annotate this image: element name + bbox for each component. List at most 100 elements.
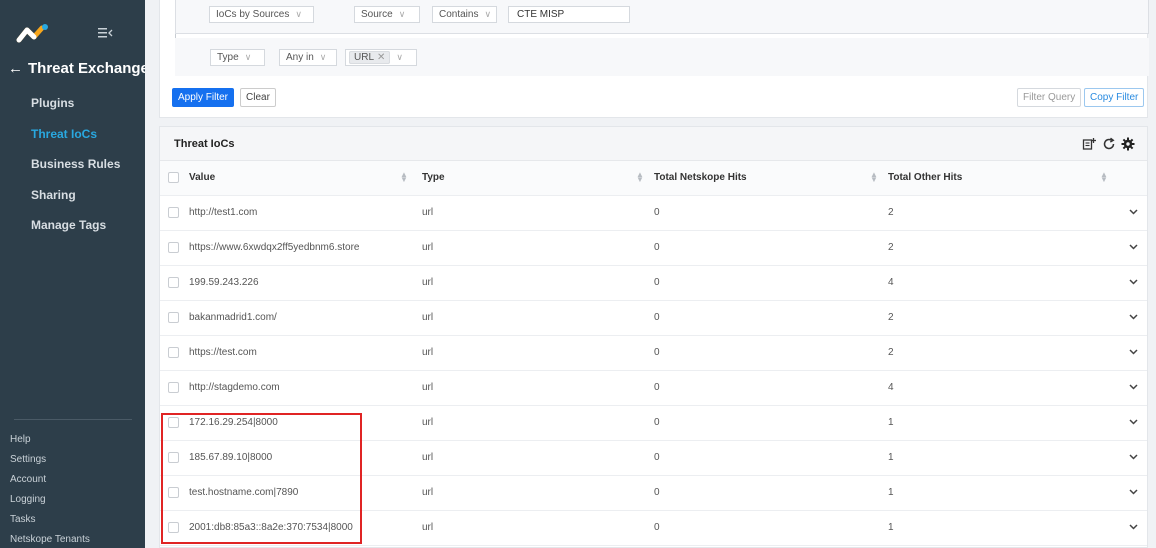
chevron-down-icon[interactable] [1128, 276, 1139, 287]
nav-business-rules[interactable]: Business Rules [31, 157, 120, 171]
link-netskope-tenants[interactable]: Netskope Tenants [10, 534, 90, 545]
operator-select[interactable]: Contains ∨ [432, 6, 497, 23]
collapse-menu-icon[interactable] [97, 26, 113, 40]
cell-other-hits: 1 [888, 487, 894, 498]
refresh-icon[interactable] [1102, 137, 1116, 151]
back-to-threat-exchange[interactable]: ← Threat Exchange [8, 60, 149, 77]
cell-type: url [422, 382, 434, 393]
chevron-down-icon[interactable] [1128, 486, 1139, 497]
link-help[interactable]: Help [10, 434, 31, 445]
column-total-netskope-hits[interactable]: Total Netskope Hits [654, 172, 747, 183]
chevron-down-icon[interactable] [1128, 381, 1139, 392]
table-row[interactable]: bakanmadrid1.com/url 0 2 [160, 301, 1147, 336]
export-icon[interactable] [1082, 137, 1096, 151]
cell-netskope-hits: 0 [654, 277, 660, 288]
url-tag: URL ✕ [349, 51, 391, 64]
chevron-down-icon[interactable] [1128, 346, 1139, 357]
chevron-down-icon[interactable] [1128, 206, 1139, 217]
cell-other-hits: 2 [888, 312, 894, 323]
sort-icon[interactable]: ▲ ▼ [870, 171, 878, 184]
type-values-select[interactable]: URL ✕ ∨ [345, 49, 417, 66]
table-row[interactable]: http://test1.com url 0 2 [160, 196, 1147, 231]
table-row[interactable]: 172.16.29.254|8000 url 0 1 [160, 406, 1147, 441]
chevron-down-icon[interactable] [1128, 451, 1139, 462]
link-settings[interactable]: Settings [10, 454, 46, 465]
cell-netskope-hits: 0 [654, 452, 660, 463]
chevron-down-icon[interactable] [1128, 416, 1139, 427]
field-select[interactable]: Source ∨ [354, 6, 420, 23]
row-checkbox[interactable] [168, 242, 179, 253]
row-checkbox[interactable] [168, 347, 179, 358]
type-operator-value: Any in [286, 52, 314, 63]
row-checkbox[interactable] [168, 312, 179, 323]
chevron-down-icon: ∨ [484, 9, 492, 19]
cell-value: http://test1.com [189, 207, 258, 218]
source-value-input[interactable] [508, 6, 630, 23]
sort-icon[interactable]: ▲ ▼ [400, 171, 408, 184]
cell-netskope-hits: 0 [654, 487, 660, 498]
chevron-down-icon[interactable] [1128, 521, 1139, 532]
cell-type: url [422, 417, 434, 428]
nav-manage-tags[interactable]: Manage Tags [31, 218, 106, 232]
cell-netskope-hits: 0 [654, 347, 660, 358]
cell-type: url [422, 452, 434, 463]
column-type[interactable]: Type [422, 172, 445, 183]
cell-value: 2001:db8:85a3::8a2e:370:7534|8000 [189, 522, 353, 533]
column-total-other-hits[interactable]: Total Other Hits [888, 172, 962, 183]
filter-type-row: Type ∨ Any in ∨ URL ✕ ∨ [175, 38, 1149, 76]
link-account[interactable]: Account [10, 474, 46, 485]
sidebar: ← Threat Exchange Plugins Threat IoCs Bus… [0, 0, 149, 548]
row-checkbox[interactable] [168, 452, 179, 463]
table-row[interactable]: test.hostname.com|7890 url 0 1 [160, 476, 1147, 511]
cell-value: https://test.com [189, 347, 257, 358]
threat-iocs-table: Threat IoCs Value ▲ ▼ Type ▲ ▼ Total Net… [159, 126, 1148, 548]
field-select-value: Source [361, 9, 393, 20]
cell-other-hits: 2 [888, 347, 894, 358]
table-row[interactable]: http://stagdemo.com url 0 4 [160, 371, 1147, 406]
netskope-logo-icon[interactable] [16, 23, 50, 43]
sort-icon[interactable]: ▲ ▼ [636, 171, 644, 184]
filter-query-button[interactable]: Filter Query [1017, 88, 1082, 107]
table-row[interactable]: 2001:db8:85a3::8a2e:370:7534|8000 url 0 1 [160, 511, 1147, 546]
cell-type: url [422, 312, 434, 323]
sidebar-divider [14, 419, 132, 420]
chevron-down-icon[interactable] [1128, 311, 1139, 322]
nav-plugins[interactable]: Plugins [31, 96, 74, 110]
cell-value: https://www.6xwdqx2ff5yedbnm6.store [189, 242, 360, 253]
apply-filter-button[interactable]: Apply Filter [172, 88, 235, 107]
row-checkbox[interactable] [168, 277, 179, 288]
select-all-checkbox[interactable] [168, 172, 179, 183]
link-tasks[interactable]: Tasks [10, 514, 36, 525]
cell-type: url [422, 487, 434, 498]
table-row[interactable]: 185.67.89.10|8000 url 0 1 [160, 441, 1147, 476]
row-checkbox[interactable] [168, 382, 179, 393]
chevron-down-icon[interactable] [1128, 241, 1139, 252]
gear-icon[interactable] [1121, 137, 1135, 151]
column-value[interactable]: Value [189, 172, 215, 183]
type-operator-select[interactable]: Any in ∨ [279, 49, 337, 66]
tag-remove-icon[interactable]: ✕ [377, 52, 385, 63]
clear-button[interactable]: Clear [240, 88, 276, 107]
cell-netskope-hits: 0 [654, 382, 660, 393]
row-checkbox[interactable] [168, 417, 179, 428]
cell-value: http://stagdemo.com [189, 382, 280, 393]
copy-filter-button[interactable]: Copy Filter [1084, 88, 1145, 107]
filter-panel: IoCs by Sources ∨ Source ∨ Contains ∨ Type ∨… [159, 0, 1149, 118]
sort-icon[interactable]: ▲ ▼ [1100, 171, 1108, 184]
type-field-select[interactable]: Type ∨ [210, 49, 265, 66]
table-row[interactable]: https://www.6xwdqx2ff5yedbnm6.store url 0 2 [160, 231, 1147, 266]
row-checkbox[interactable] [168, 207, 179, 218]
group-select[interactable]: IoCs by Sources ∨ [209, 6, 314, 23]
row-checkbox[interactable] [168, 487, 179, 498]
table-row[interactable]: https://test.com url 0 2 [160, 336, 1147, 371]
row-checkbox[interactable] [168, 522, 179, 533]
cell-netskope-hits: 0 [654, 417, 660, 428]
nav-threat-iocs[interactable]: Threat IoCs [31, 127, 97, 141]
link-logging[interactable]: Logging [10, 494, 46, 505]
cell-netskope-hits: 0 [654, 242, 660, 253]
cell-other-hits: 4 [888, 277, 894, 288]
cell-netskope-hits: 0 [654, 207, 660, 218]
nav-sharing[interactable]: Sharing [31, 188, 76, 202]
cell-value: 185.67.89.10|8000 [189, 452, 273, 463]
table-row[interactable]: 199.59.243.226 url 0 4 [160, 266, 1147, 301]
